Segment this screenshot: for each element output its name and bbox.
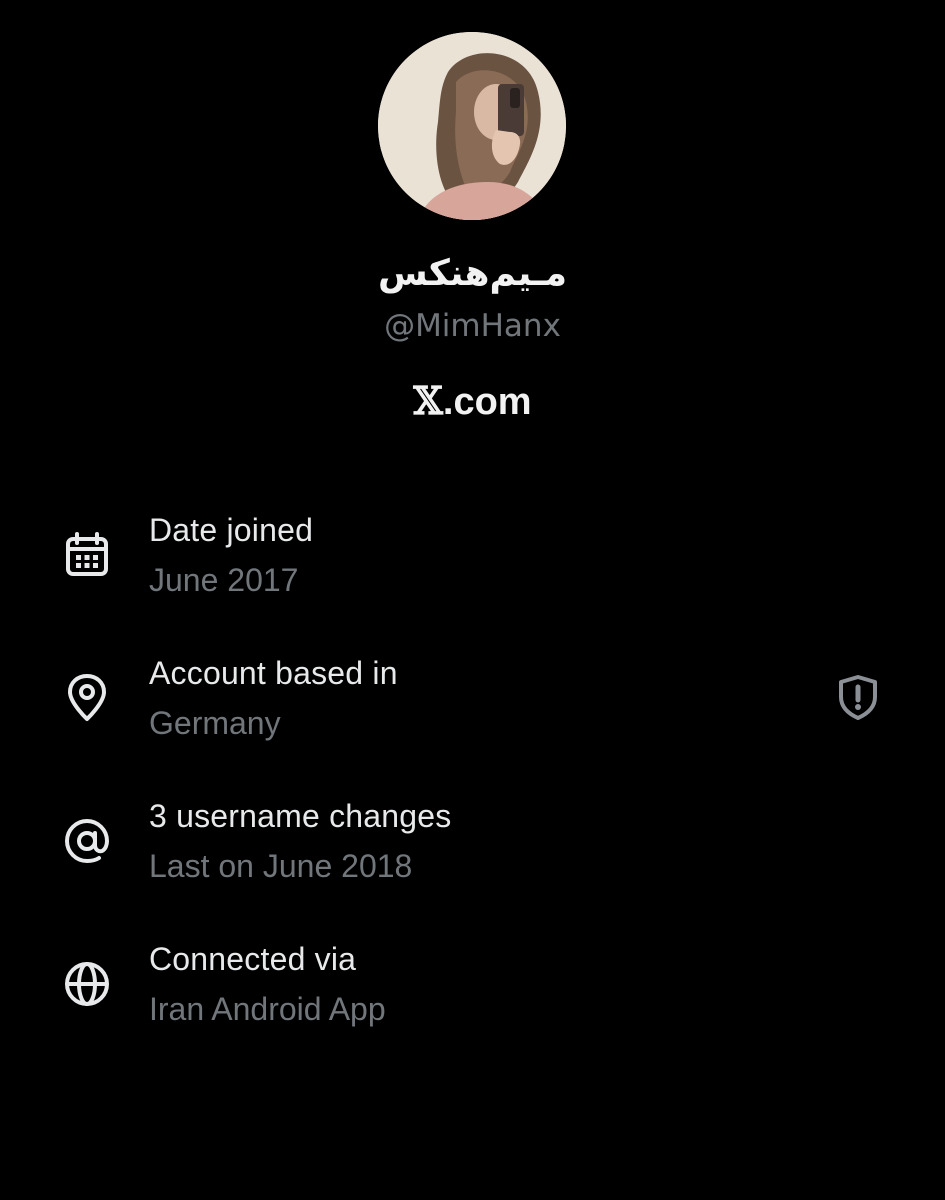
calendar-icon xyxy=(62,530,112,580)
globe-icon xyxy=(62,959,112,1009)
info-value: Iran Android App xyxy=(149,991,386,1027)
info-row-date-joined: Date joined June 2017 xyxy=(0,500,945,620)
info-value: Last on June 2018 xyxy=(149,848,413,884)
info-row-account-based-in: Account based in Germany xyxy=(0,643,945,763)
info-title: Date joined xyxy=(149,512,314,548)
info-row-connected-via: Connected via Iran Android App xyxy=(0,929,945,1049)
avatar[interactable] xyxy=(378,32,566,220)
display-name: مـیم‌هنکس xyxy=(378,253,567,294)
x-logo-icon: 𝕏 xyxy=(413,378,443,423)
site-label: 𝕏.com xyxy=(0,374,945,429)
site-domain: .com xyxy=(442,381,532,423)
shield-alert-icon[interactable] xyxy=(834,673,882,721)
location-pin-icon xyxy=(62,673,112,723)
info-title: Connected via xyxy=(149,941,357,977)
at-sign-icon xyxy=(62,816,112,866)
info-title: Account based in xyxy=(149,655,398,691)
info-title: 3 username changes xyxy=(149,798,452,834)
info-value: Germany xyxy=(149,705,281,741)
username-handle: @MimHanx xyxy=(384,308,561,344)
avatar-image xyxy=(378,32,566,220)
info-value: June 2017 xyxy=(149,562,299,598)
info-row-username-changes: 3 username changes Last on June 2018 xyxy=(0,786,945,906)
profile-header: مـیم‌هنکس @MimHanx 𝕏.com xyxy=(0,0,945,440)
